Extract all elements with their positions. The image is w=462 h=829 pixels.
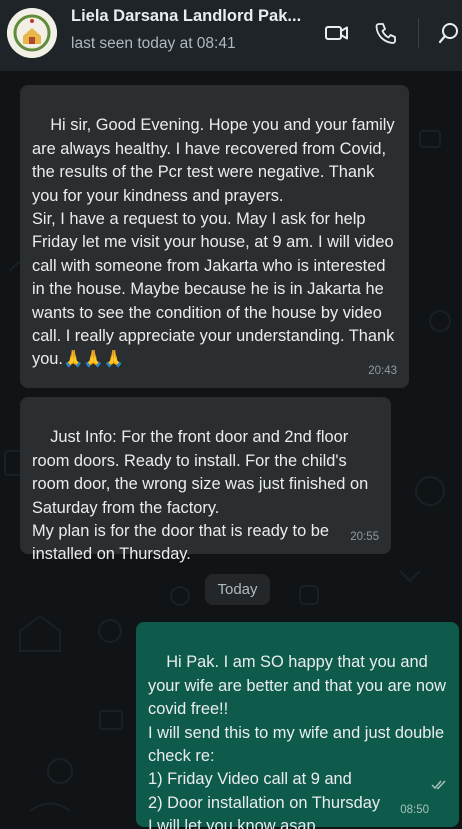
message-incoming[interactable]: Just Info: For the front door and 2nd fl…: [20, 397, 391, 563]
last-seen-status: last seen today at 08:41: [71, 35, 236, 52]
header-divider: [418, 18, 419, 48]
contact-name[interactable]: Liela Darsana Landlord Pak...: [71, 7, 311, 26]
message-text: Hi sir, Good Evening. Hope you and your …: [32, 116, 395, 369]
double-check-icon: [404, 751, 447, 821]
chat-header: Liela Darsana Landlord Pak... last seen …: [0, 0, 462, 71]
message-time: 20:55: [350, 530, 379, 543]
video-call-icon[interactable]: [324, 20, 350, 46]
message-incoming[interactable]: Hi sir, Good Evening. Hope you and your …: [20, 85, 409, 388]
voice-call-icon[interactable]: [373, 20, 399, 46]
chat-area[interactable]: Hi sir, Good Evening. Hope you and your …: [0, 71, 462, 829]
search-icon[interactable]: [437, 20, 462, 46]
message-text: Just Info: For the front door and 2nd fl…: [32, 428, 369, 564]
contact-avatar[interactable]: [7, 8, 57, 58]
date-separator: Today: [205, 574, 270, 605]
message-outgoing[interactable]: Hi Pak. I am SO happy that you and your …: [136, 622, 459, 829]
message-time: 20:43: [368, 364, 397, 377]
